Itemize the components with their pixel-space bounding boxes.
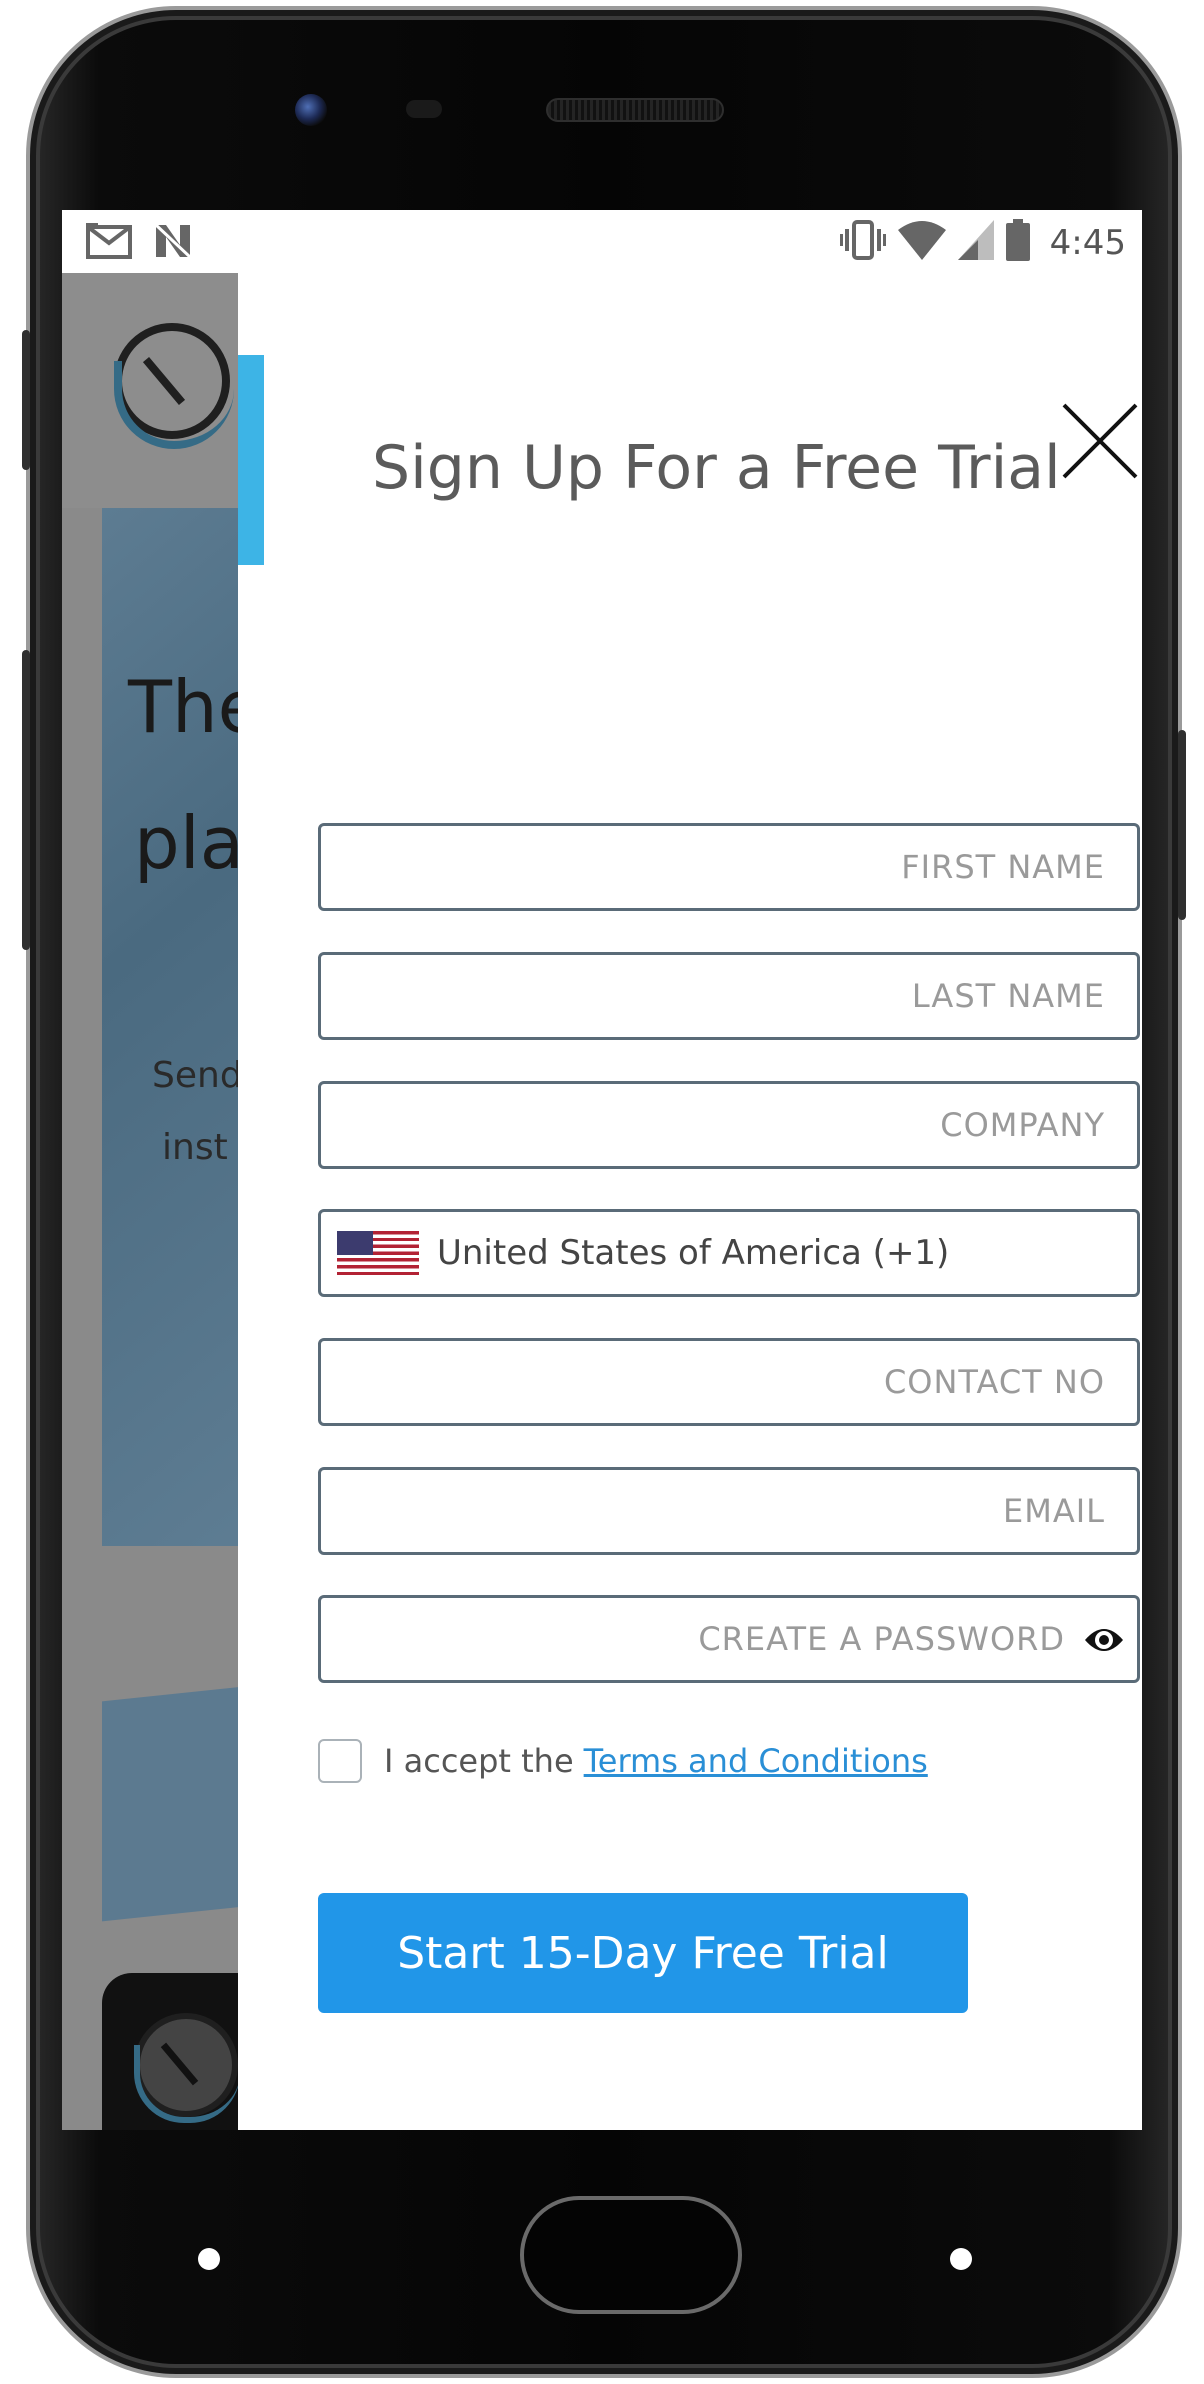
nav-back-dot[interactable] <box>198 2248 220 2270</box>
screen: 4:45 The pla Send inst Sign Up For a Fre… <box>62 210 1142 2130</box>
terms-link[interactable]: Terms and Conditions <box>584 1742 928 1780</box>
status-bar: 4:45 <box>62 210 1142 273</box>
last-name-input[interactable] <box>321 955 1137 1037</box>
status-time: 4:45 <box>1049 222 1126 263</box>
background-page: The pla Send inst <box>62 273 242 2130</box>
terms-checkbox[interactable] <box>318 1739 362 1783</box>
start-free-trial-button[interactable]: Start 15-Day Free Trial <box>318 1893 968 2013</box>
terms-prefix: I accept the <box>384 1742 574 1780</box>
gmail-icon <box>86 223 132 264</box>
earpiece-speaker <box>546 98 724 122</box>
background-hero <box>102 508 242 1546</box>
background-section <box>102 1684 242 1922</box>
signup-modal: Sign Up For a Free Trial United States o… <box>238 273 1142 2130</box>
company-field[interactable] <box>318 1081 1140 1169</box>
email-input[interactable] <box>321 1470 1137 1552</box>
terms-row: I accept the Terms and Conditions <box>318 1739 928 1783</box>
us-flag-icon <box>337 1231 419 1275</box>
background-body-line2: inst <box>162 1127 228 1168</box>
password-field[interactable] <box>318 1595 1140 1683</box>
wifi-icon <box>897 220 946 265</box>
modal-accent-bar <box>238 355 264 565</box>
contact-no-field[interactable] <box>318 1338 1140 1426</box>
email-field[interactable] <box>318 1467 1140 1555</box>
left-side-button <box>22 330 30 470</box>
battery-icon <box>1005 219 1030 266</box>
nav-recents-dot[interactable] <box>950 2248 972 2270</box>
signal-icon <box>957 220 994 265</box>
close-icon[interactable] <box>1060 401 1140 481</box>
company-input[interactable] <box>321 1084 1137 1166</box>
background-card-logo-icon <box>134 2013 240 2123</box>
background-heading-line1: The <box>128 665 242 749</box>
password-input[interactable] <box>321 1598 1137 1680</box>
notification-n-icon <box>154 223 192 264</box>
modal-title: Sign Up For a Free Trial <box>372 433 1061 503</box>
background-body-line1: Send <box>152 1055 242 1096</box>
country-code-value: United States of America (+1) <box>437 1233 950 1273</box>
proximity-sensor <box>406 100 442 118</box>
country-code-select[interactable]: United States of America (+1) <box>318 1209 1140 1297</box>
background-heading-line2: pla <box>134 801 242 885</box>
first-name-input[interactable] <box>321 826 1137 908</box>
first-name-field[interactable] <box>318 823 1140 911</box>
left-side-button <box>22 650 30 950</box>
eye-icon[interactable] <box>1083 1622 1125 1658</box>
front-camera <box>295 94 327 126</box>
last-name-field[interactable] <box>318 952 1140 1040</box>
background-logo-icon <box>114 323 234 449</box>
right-side-button <box>1178 730 1186 920</box>
home-button[interactable] <box>520 2196 742 2314</box>
vibrate-icon <box>839 219 886 266</box>
contact-no-input[interactable] <box>321 1341 1137 1423</box>
